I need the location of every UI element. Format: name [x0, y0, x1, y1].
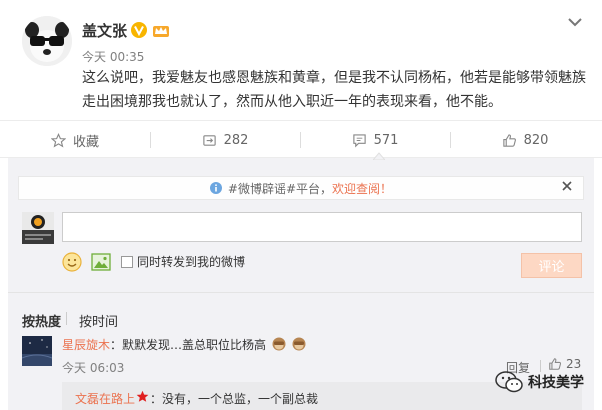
thumbs-up-icon: [549, 358, 562, 370]
post-content: 这么说吧，我爱魅友也感恩魅族和黄章，但是我不认同杨柘，他若是能够带领魅族走出困境…: [82, 70, 586, 110]
post-action-bar: 收藏 282 571 820: [0, 120, 602, 158]
favorite-label: 收藏: [72, 134, 99, 150]
weibo-post: 盖文张 今天 00:35 这么说吧，我爱魅友也感恩魅族和黄章，但是我不认同杨柘，…: [0, 0, 602, 410]
like-count: 820: [523, 132, 549, 148]
comment-panel-caret: [373, 152, 385, 160]
author-name[interactable]: 盖文张: [82, 20, 127, 41]
like-button[interactable]: 820: [450, 121, 600, 159]
current-user-avatar[interactable]: [22, 212, 54, 244]
comment-time: 今天 06:03: [62, 361, 125, 375]
sort-by-time-tab[interactable]: 按时间: [79, 311, 118, 330]
member-crown-icon[interactable]: [152, 22, 170, 38]
comment-body: ：默默发现…盖总职位比杨高: [110, 338, 267, 352]
emoji-icon[interactable]: [62, 252, 82, 272]
chevron-down-icon[interactable]: [567, 16, 583, 28]
notice-text: #微博辟谣#平台，: [227, 181, 333, 196]
wechat-icon: [495, 371, 523, 393]
sub-reply-text: ：没有，一个总监，一个副总裁: [150, 392, 319, 406]
comment-input[interactable]: [62, 212, 582, 242]
sort-by-hot-tab[interactable]: 按热度: [22, 311, 61, 330]
commenter-avatar[interactable]: [22, 336, 52, 366]
post-time[interactable]: 今天 00:35: [82, 48, 144, 65]
watermark-text: 科技美学: [528, 375, 584, 391]
sub-reply-user[interactable]: 文磊在路上: [75, 390, 135, 407]
image-icon[interactable]: [91, 253, 111, 271]
watermark: 科技美学: [495, 370, 584, 394]
sort-divider: [66, 312, 67, 325]
red-star-icon: [136, 390, 149, 402]
divider: [8, 292, 594, 293]
forward-label: 同时转发到我的微博: [137, 255, 246, 269]
see-no-evil-monkey-emoji-icon: [272, 337, 286, 351]
comment-like-count: 23: [566, 357, 582, 371]
repost-count: 282: [223, 132, 249, 148]
forward-checkbox[interactable]: [121, 256, 133, 268]
repost-button[interactable]: 282: [150, 121, 300, 159]
close-icon[interactable]: [561, 180, 573, 192]
verified-v-icon: [131, 22, 147, 38]
star-icon: [50, 132, 66, 147]
comment-icon: [352, 133, 366, 147]
submit-comment-button[interactable]: 评论: [521, 253, 582, 278]
notice-link[interactable]: 欢迎查阅！: [332, 180, 392, 197]
commenter-name[interactable]: 星辰旋木: [62, 336, 110, 353]
comment-text: ：默默发现…盖总职位比杨高: [110, 336, 306, 353]
favorite-button[interactable]: 收藏: [0, 121, 150, 159]
see-no-evil-monkey-emoji-icon: [292, 337, 306, 351]
thumbs-up-icon: [502, 133, 516, 147]
info-icon: [209, 182, 222, 194]
rumor-notice-bar: #微博辟谣#平台， 欢迎查阅！: [18, 176, 584, 200]
comment-count: 571: [373, 132, 399, 148]
repost-icon: [202, 134, 216, 146]
author-avatar[interactable]: [22, 16, 72, 66]
comment-like-button[interactable]: 23: [548, 357, 581, 371]
